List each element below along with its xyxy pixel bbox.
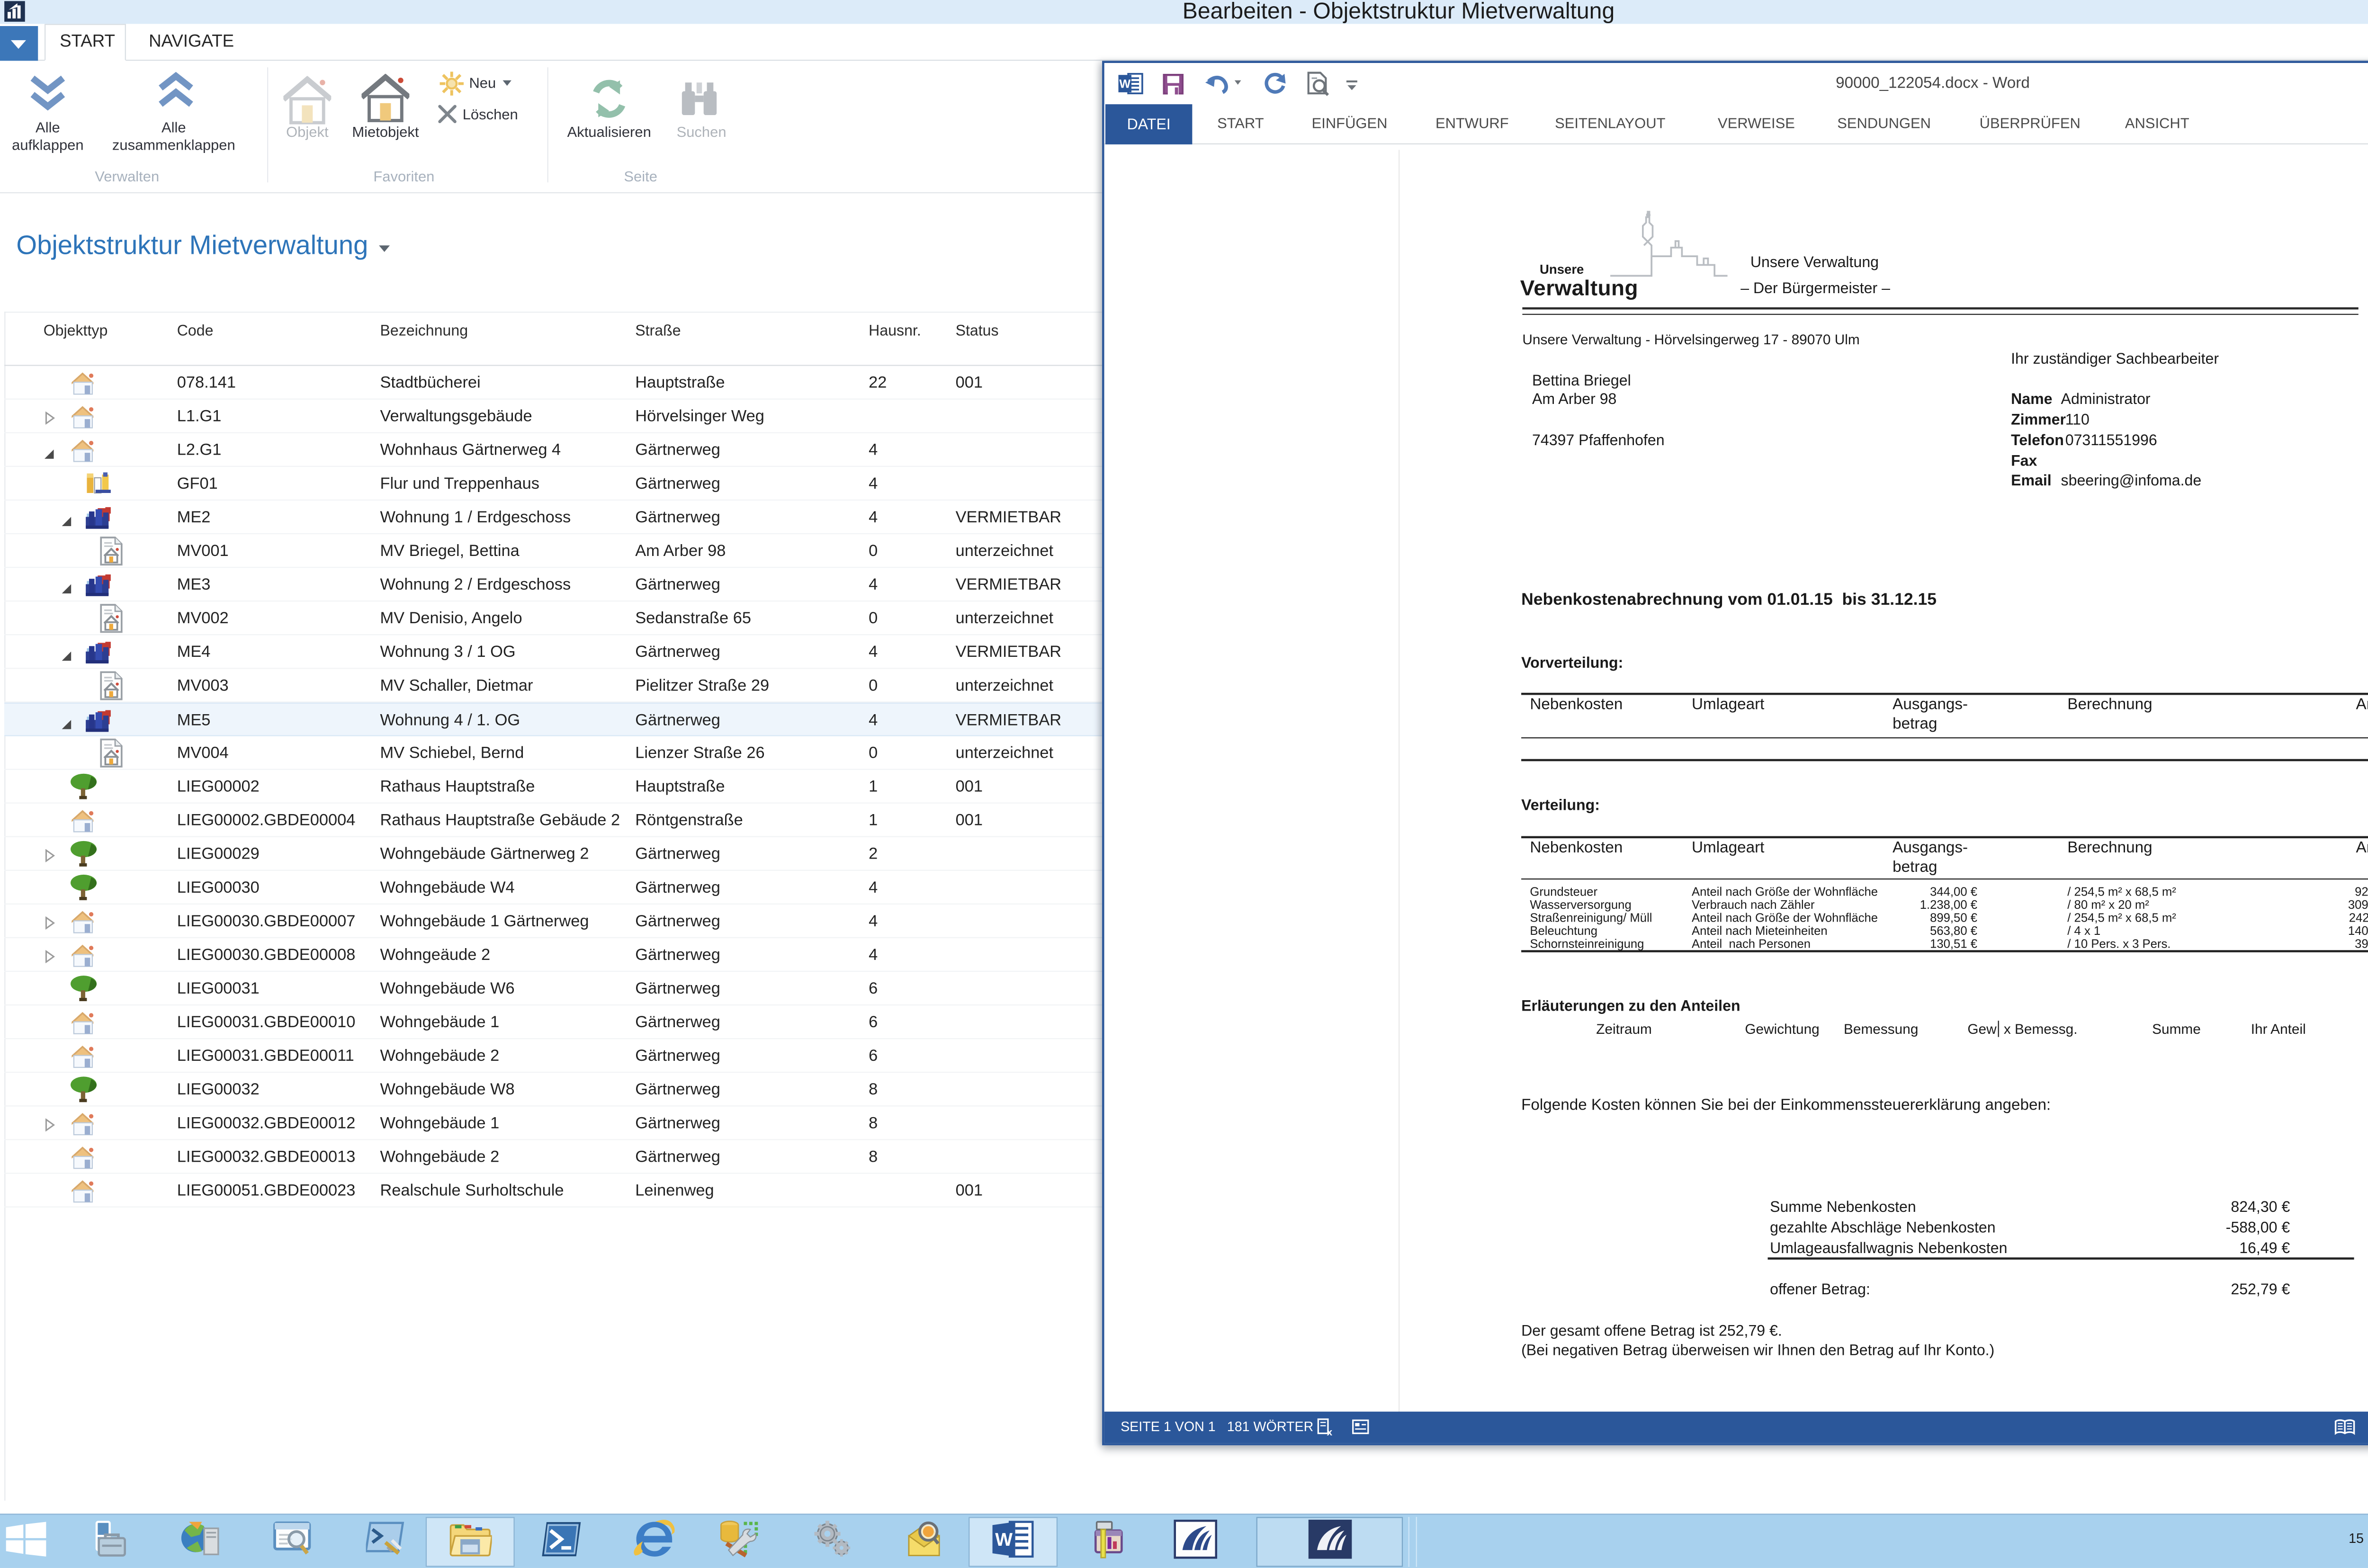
svg-text:W: W <box>1119 78 1130 91</box>
svg-text:W: W <box>995 1530 1013 1550</box>
svg-text:x: x <box>1327 1427 1332 1436</box>
